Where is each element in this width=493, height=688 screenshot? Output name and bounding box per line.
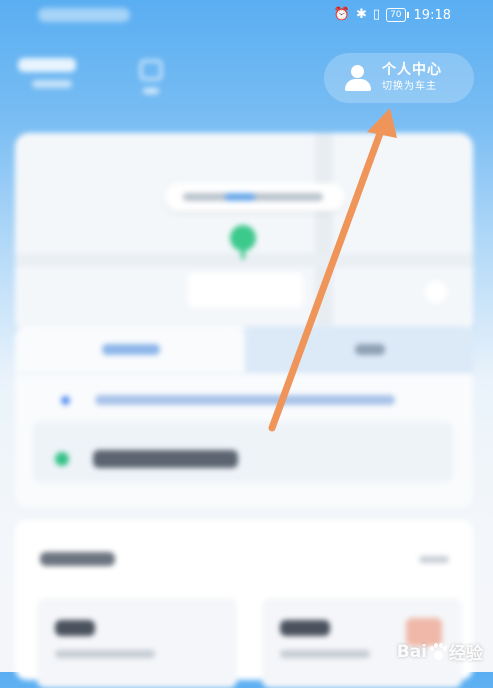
bluetooth-icon: ✱ <box>356 7 367 22</box>
services-more-link[interactable] <box>419 556 449 563</box>
map-road <box>315 133 333 333</box>
location-pin-icon <box>230 225 256 259</box>
person-icon <box>344 64 372 92</box>
baidu-watermark: Bai 经验 <box>396 639 483 665</box>
status-time: 19:18 <box>413 7 451 23</box>
service-card[interactable] <box>37 598 237 688</box>
tab-active[interactable] <box>15 326 245 374</box>
status-bar: ⏰ ✱ ▯ 70 19:18 <box>0 0 493 32</box>
watermark-bai: Bai <box>396 641 427 662</box>
status-icons: ⏰ ✱ ▯ 70 19:18 <box>334 7 451 23</box>
status-carrier-info <box>38 8 130 22</box>
map-info-box <box>188 273 303 307</box>
services-title <box>40 552 115 566</box>
watermark-jingyan: 经验 <box>449 644 483 664</box>
personal-center-text: 个人中心 切换为车主 <box>382 61 442 95</box>
origin-dot-icon <box>61 396 70 405</box>
switch-role-label: 切换为车主 <box>382 81 437 92</box>
paw-icon <box>429 642 447 661</box>
alarm-clock-icon: ⏰ <box>333 7 351 22</box>
battery-indicator: 70 <box>386 8 410 22</box>
personal-center-title: 个人中心 <box>382 62 442 78</box>
map-view[interactable] <box>15 133 473 333</box>
destination-placeholder <box>93 450 238 468</box>
origin-address[interactable] <box>95 395 395 405</box>
ride-type-tabs <box>15 326 473 374</box>
locate-icon[interactable] <box>425 281 447 303</box>
map-location-bubble <box>165 183 345 211</box>
city-selector[interactable] <box>18 58 76 88</box>
tab-inactive[interactable] <box>245 326 473 374</box>
destination-dot-icon <box>55 452 69 466</box>
vibrate-icon: ▯ <box>372 7 381 22</box>
message-icon[interactable] <box>140 60 162 96</box>
personal-center-button[interactable]: 个人中心 切换为车主 <box>324 53 474 103</box>
trip-panel <box>15 374 473 508</box>
